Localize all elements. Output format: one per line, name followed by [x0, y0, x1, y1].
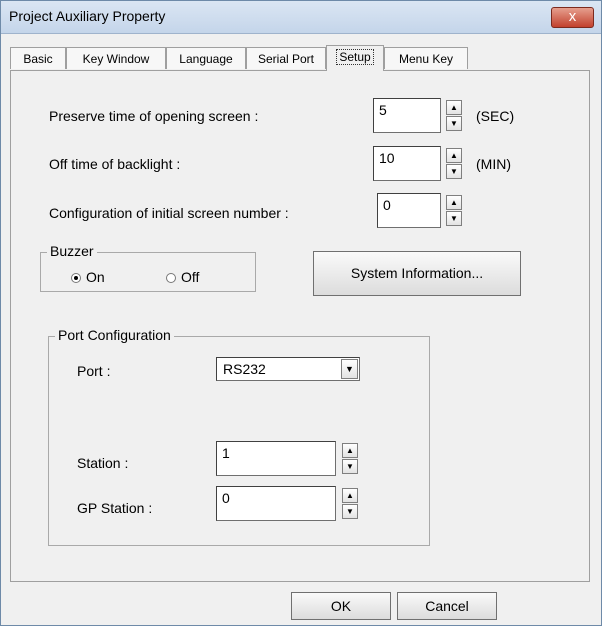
ok-button[interactable]: OK — [291, 592, 391, 620]
gp-station-spinner[interactable]: 0 ▲ ▼ — [216, 486, 360, 521]
backlight-label: Off time of backlight : — [49, 156, 181, 172]
system-information-button[interactable]: System Information... — [313, 251, 521, 296]
window-title: Project Auxiliary Property — [9, 8, 166, 24]
preserve-time-unit: (SEC) — [476, 108, 515, 124]
radio-selected-icon — [71, 273, 81, 283]
buzzer-title: Buzzer — [47, 243, 97, 259]
spin-down-icon[interactable]: ▼ — [342, 459, 358, 474]
tab-menu-key[interactable]: Menu Key — [384, 47, 468, 69]
station-input[interactable]: 1 — [216, 441, 336, 476]
buzzer-on-label: On — [86, 269, 105, 285]
buzzer-off-label: Off — [181, 269, 200, 285]
backlight-unit: (MIN) — [476, 156, 511, 172]
initial-screen-input[interactable]: 0 — [377, 193, 441, 228]
spin-up-icon[interactable]: ▲ — [342, 488, 358, 503]
spin-up-icon[interactable]: ▲ — [446, 100, 462, 115]
tab-language[interactable]: Language — [166, 47, 246, 69]
gp-station-input[interactable]: 0 — [216, 486, 336, 521]
backlight-input[interactable]: 10 — [373, 146, 441, 181]
tab-key-window[interactable]: Key Window — [66, 47, 166, 69]
port-configuration-title: Port Configuration — [55, 327, 174, 343]
chevron-down-icon[interactable]: ▼ — [341, 359, 358, 379]
station-spinner[interactable]: 1 ▲ ▼ — [216, 441, 360, 476]
close-icon: x — [568, 8, 577, 25]
spin-up-icon[interactable]: ▲ — [342, 443, 358, 458]
spin-down-icon[interactable]: ▼ — [446, 164, 462, 179]
backlight-spinner[interactable]: 10 ▲ ▼ — [373, 146, 473, 181]
buzzer-group: Buzzer On Off — [40, 243, 256, 292]
spin-down-icon[interactable]: ▼ — [446, 211, 462, 226]
dialog-window: Project Auxiliary Property x Basic Key W… — [0, 0, 602, 626]
tab-serial-port[interactable]: Serial Port — [246, 47, 326, 69]
preserve-time-input[interactable]: 5 — [373, 98, 441, 133]
preserve-time-label: Preserve time of opening screen : — [49, 108, 259, 124]
title-bar[interactable]: Project Auxiliary Property x — [1, 1, 601, 34]
tab-setup[interactable]: Setup — [326, 45, 384, 71]
spin-up-icon[interactable]: ▲ — [446, 148, 462, 163]
initial-screen-spinner[interactable]: 0 ▲ ▼ — [377, 193, 473, 228]
radio-unselected-icon — [166, 273, 176, 283]
preserve-time-spinner[interactable]: 5 ▲ ▼ — [373, 98, 473, 133]
spin-up-icon[interactable]: ▲ — [446, 195, 462, 210]
port-value: RS232 — [223, 361, 266, 377]
gp-station-label: GP Station : — [77, 500, 153, 516]
initial-screen-label: Configuration of initial screen number : — [49, 205, 289, 221]
station-label: Station : — [77, 455, 129, 471]
port-label: Port : — [77, 363, 111, 379]
close-button[interactable]: x — [551, 7, 594, 28]
port-configuration-group: Port Configuration Port : RS232 ▼ Statio… — [48, 327, 430, 546]
buzzer-on-radio[interactable]: On — [71, 269, 105, 285]
port-select[interactable]: RS232 ▼ — [216, 357, 360, 381]
setup-panel: Preserve time of opening screen : 5 ▲ ▼ … — [10, 70, 590, 582]
spin-down-icon[interactable]: ▼ — [446, 116, 462, 131]
tab-basic[interactable]: Basic — [10, 47, 66, 69]
spin-down-icon[interactable]: ▼ — [342, 504, 358, 519]
cancel-button[interactable]: Cancel — [397, 592, 497, 620]
buzzer-off-radio[interactable]: Off — [166, 269, 199, 285]
